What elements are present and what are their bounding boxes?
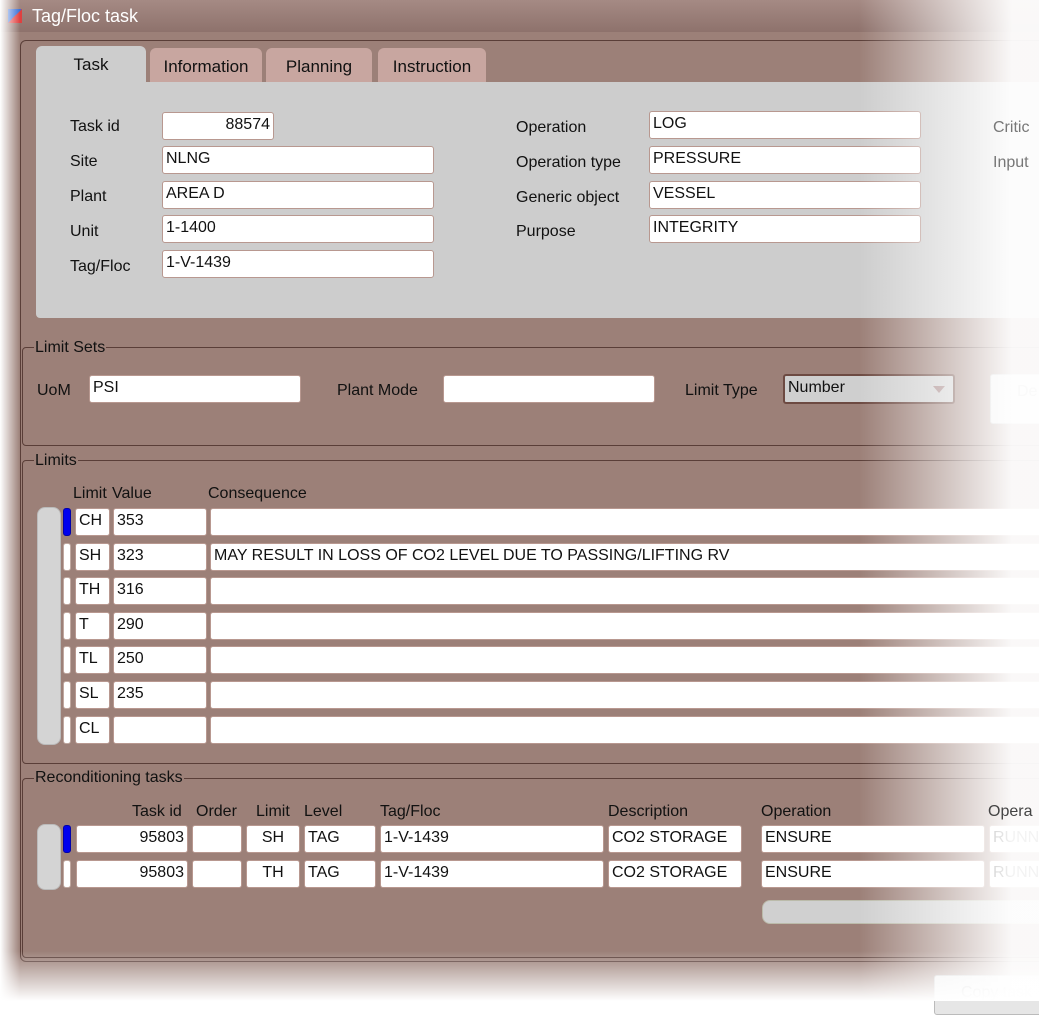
col-operation: Operation: [761, 803, 832, 820]
plant-mode-label: Plant Mode: [337, 382, 418, 399]
value-cell[interactable]: 323: [113, 542, 207, 571]
plant-mode-field[interactable]: [443, 375, 655, 403]
limit-cell[interactable]: T: [75, 611, 110, 640]
col-order: Order: [196, 803, 237, 820]
task-id-label: Task id: [70, 118, 120, 135]
tagfloc-cell[interactable]: 1-V-1439: [380, 825, 604, 853]
row-marker[interactable]: [63, 542, 71, 571]
row-marker[interactable]: [63, 825, 71, 853]
value-cell[interactable]: [113, 715, 207, 744]
description-cell[interactable]: CO2 STORAGE: [608, 860, 742, 888]
bottom-fade: [0, 951, 1039, 1001]
value-cell[interactable]: 235: [113, 681, 207, 709]
plant-field[interactable]: AREA D: [162, 181, 434, 209]
limit-cell[interactable]: SH: [246, 825, 300, 853]
limit-cell[interactable]: CH: [75, 508, 110, 536]
tagfloc-field[interactable]: 1-V-1439: [162, 250, 434, 278]
level-cell[interactable]: TAG: [304, 825, 376, 853]
order-cell[interactable]: [192, 825, 242, 853]
left-fade: [0, 0, 20, 1001]
limit-cell[interactable]: TH: [246, 860, 300, 888]
tagfloc-cell[interactable]: 1-V-1439: [380, 860, 604, 888]
unit-field[interactable]: 1-1400: [162, 215, 434, 243]
col-value: Value: [112, 485, 152, 502]
limits-scrollbar[interactable]: [37, 507, 61, 745]
tagfloc-label: Tag/Floc: [70, 258, 131, 275]
row-marker[interactable]: [63, 715, 71, 744]
col-limit: Limit: [256, 803, 290, 820]
task-id-cell[interactable]: 95803: [76, 860, 188, 888]
limit-cell[interactable]: TH: [75, 577, 110, 606]
col-description: Description: [608, 803, 689, 820]
input-label: Input: [993, 154, 1029, 171]
critic-label: Critic: [993, 119, 1030, 136]
uom-field[interactable]: PSI: [89, 375, 301, 403]
description-cell[interactable]: CO2 STORAGE: [608, 825, 742, 853]
col-task-id: Task id: [132, 803, 182, 820]
limit-cell[interactable]: TL: [75, 646, 110, 675]
edge-fade: [859, 0, 1039, 1001]
col-opera: Opera: [988, 803, 1033, 820]
tab-task[interactable]: Task: [36, 46, 146, 86]
task-id-cell[interactable]: 95803: [76, 825, 188, 853]
recon-scrollbar[interactable]: [37, 824, 61, 890]
uom-label: UoM: [37, 382, 71, 399]
tagfloc-task-window: Tag/Floc task Task Information Planning …: [0, 0, 1039, 1015]
row-marker[interactable]: [63, 646, 71, 675]
unit-label: Unit: [70, 223, 99, 240]
order-cell[interactable]: [192, 860, 242, 888]
reconditioning-title: Reconditioning tasks: [34, 769, 184, 787]
generic-object-label: Generic object: [516, 189, 620, 206]
row-marker[interactable]: [63, 577, 71, 606]
limit-cell[interactable]: CL: [75, 715, 110, 744]
limits-title: Limits: [34, 452, 78, 470]
limit-type-label: Limit Type: [685, 382, 758, 399]
plant-label: Plant: [70, 188, 107, 205]
row-marker[interactable]: [63, 508, 71, 536]
site-field[interactable]: NLNG: [162, 146, 434, 174]
window-title: Tag/Floc task: [32, 6, 139, 26]
task-id-field[interactable]: 88574: [162, 112, 274, 140]
operation-label: Operation: [516, 119, 587, 136]
value-cell[interactable]: 353: [113, 508, 207, 536]
tab-instruction[interactable]: Instruction: [378, 48, 486, 84]
limit-type-value: Number: [788, 379, 845, 396]
site-label: Site: [70, 153, 98, 170]
limit-cell[interactable]: SH: [75, 542, 110, 571]
tab-planning[interactable]: Planning: [266, 48, 372, 84]
purpose-label: Purpose: [516, 223, 576, 240]
row-marker[interactable]: [63, 611, 71, 640]
operation-type-label: Operation type: [516, 154, 621, 171]
limit-sets-title: Limit Sets: [34, 339, 107, 357]
level-cell[interactable]: TAG: [304, 860, 376, 888]
value-cell[interactable]: 316: [113, 577, 207, 606]
col-limit: Limit: [73, 485, 107, 502]
value-cell[interactable]: 290: [113, 611, 207, 640]
row-marker[interactable]: [63, 681, 71, 709]
value-cell[interactable]: 250: [113, 646, 207, 675]
col-level: Level: [304, 803, 343, 820]
col-consequence: Consequence: [208, 485, 307, 502]
row-marker[interactable]: [63, 860, 71, 888]
tab-information[interactable]: Information: [150, 48, 262, 84]
col-tagfloc: Tag/Floc: [380, 803, 441, 820]
limit-cell[interactable]: SL: [75, 681, 110, 709]
